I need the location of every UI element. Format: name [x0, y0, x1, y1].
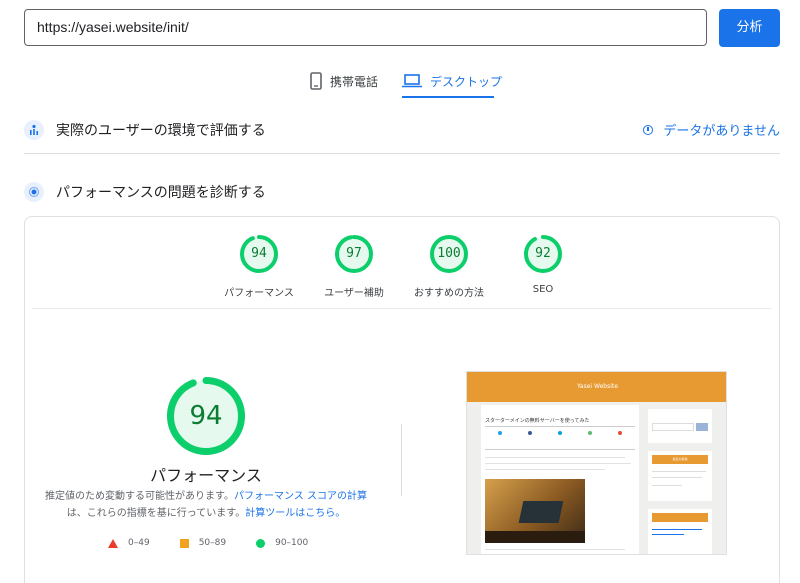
legend-label: 90–100 — [275, 538, 309, 548]
gauge-ring: 92 — [523, 234, 563, 274]
gauge-label: SEO — [532, 284, 554, 295]
gauge-label: パフォーマンス — [224, 288, 294, 299]
preview-recent-box: 最近の投稿 — [648, 451, 712, 501]
category-gauges: 94 パフォーマンス 97 ユーザー補助 100 おすすめの方法 92 SEO — [0, 234, 800, 299]
vertical-separator — [401, 424, 402, 496]
preview-sidebar: 最近の投稿 — [648, 409, 712, 554]
score-legend: 0–49 50–89 90–100 — [108, 536, 338, 550]
gauge-label: おすすめの方法 — [414, 288, 484, 299]
users-chart-icon — [24, 120, 44, 140]
legend-item-average: 50–89 — [179, 538, 227, 548]
diagnose-title: パフォーマンスの問題を診断する — [56, 185, 266, 201]
laptop-icon — [402, 74, 422, 88]
main-score-gauge: 94 — [166, 376, 246, 456]
preview-rule — [485, 449, 635, 450]
analyze-button[interactable]: 分析 — [719, 9, 780, 47]
lab-data-icon — [24, 182, 44, 202]
url-bar: https://yasei.website/init/ 分析 — [24, 9, 780, 47]
preview-main-column: スターターメインの無料サーバーを使ってみた — [481, 405, 639, 554]
preview-text-line — [485, 457, 625, 458]
gauge-ring: 100 — [429, 234, 469, 274]
preview-text-line — [485, 549, 625, 550]
preview-site-header: Yasei Website — [467, 372, 726, 402]
page-screenshot: Yasei Website スターターメインの無料サーバーを使ってみた 最近の投… — [466, 371, 727, 555]
legend-label: 50–89 — [198, 538, 227, 548]
gauge-accessibility[interactable]: 97 ユーザー補助 — [314, 234, 394, 299]
preview-article-title: スターターメインの無料サーバーを使ってみた — [485, 418, 590, 424]
gauge-performance[interactable]: 94 パフォーマンス — [219, 234, 299, 299]
desc-text-1: 推定値のため変動する可能性があります。 — [45, 491, 234, 502]
main-score-label: パフォーマンス — [150, 466, 262, 485]
calculator-link[interactable]: 計算ツールはこちら。 — [245, 508, 345, 519]
gauge-seo[interactable]: 92 SEO — [503, 234, 583, 295]
active-tab-indicator — [402, 96, 494, 98]
gauges-divider — [32, 308, 772, 309]
no-data-label: データがありません — [663, 124, 780, 139]
score-calc-link[interactable]: パフォーマンス スコアの計算 — [234, 491, 367, 502]
gauge-ring: 97 — [334, 234, 374, 274]
tab-mobile-label: 携帯電話 — [330, 74, 379, 89]
triangle-icon — [108, 538, 118, 548]
gauge-score: 94 — [251, 246, 267, 261]
legend-item-fail: 0–49 — [108, 538, 150, 548]
preview-share-icons — [485, 431, 635, 445]
field-data-title: 実際のユーザーの環境で評価する — [56, 123, 266, 139]
legend-item-pass: 90–100 — [256, 538, 308, 548]
gauge-score: 97 — [346, 246, 362, 261]
diagnose-section: パフォーマンスの問題を診断する — [24, 178, 780, 206]
gauge-best-practices[interactable]: 100 おすすめの方法 — [409, 234, 489, 299]
gauge-ring: 94 — [239, 234, 279, 274]
score-description: 推定値のため変動する可能性があります。パフォーマンス スコアの計算 は、これらの… — [40, 488, 372, 522]
tab-mobile[interactable]: 携帯電話 — [310, 64, 378, 98]
square-icon — [179, 538, 189, 548]
circle-icon — [256, 538, 266, 548]
preview-text-line — [485, 469, 605, 470]
legend-label: 0–49 — [128, 538, 150, 548]
gauge-label: ユーザー補助 — [324, 288, 384, 299]
main-score-value: 94 — [189, 401, 223, 431]
tab-desktop[interactable]: デスクトップ — [402, 64, 502, 98]
device-tabs: 携帯電話 デスクトップ — [0, 64, 800, 100]
desc-text-2: は、これらの指標を基に行っています。 — [66, 508, 246, 519]
field-data-section: 実際のユーザーの環境で評価する データがありません — [24, 116, 780, 144]
url-input[interactable]: https://yasei.website/init/ — [24, 9, 707, 46]
smartphone-icon — [310, 72, 322, 90]
preview-side-heading: 最近の投稿 — [652, 455, 708, 464]
preview-text-line — [485, 463, 631, 464]
tab-desktop-label: デスクトップ — [430, 74, 503, 89]
section-divider — [24, 153, 780, 154]
info-icon — [643, 124, 654, 135]
gauge-score: 100 — [437, 246, 461, 261]
preview-search-box — [648, 409, 712, 443]
no-data-link[interactable]: データがありません — [643, 120, 780, 139]
preview-rule — [485, 426, 635, 427]
gauge-score: 92 — [535, 246, 551, 261]
preview-archive-box — [648, 509, 712, 554]
preview-photo — [485, 479, 585, 543]
